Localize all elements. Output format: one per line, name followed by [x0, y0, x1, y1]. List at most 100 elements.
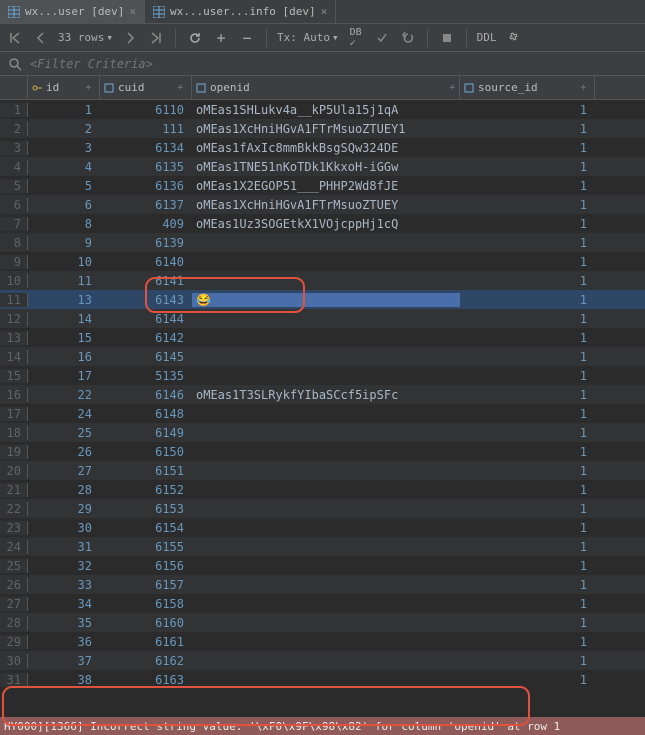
cell-id[interactable]: 14 [28, 312, 100, 326]
table-row[interactable]: 243161551 [0, 537, 645, 556]
cell-id[interactable]: 35 [28, 616, 100, 630]
cell-source-id[interactable]: 1 [460, 255, 595, 269]
cell-cuid[interactable]: 6162 [100, 654, 192, 668]
add-row-icon[interactable]: + [212, 29, 230, 47]
cell-id[interactable]: 10 [28, 255, 100, 269]
table-row[interactable]: 101161411 [0, 271, 645, 290]
stop-icon[interactable] [438, 29, 456, 47]
sort-icon[interactable]: ÷ [86, 83, 91, 93]
cell-id[interactable]: 33 [28, 578, 100, 592]
cell-source-id[interactable]: 1 [460, 445, 595, 459]
cell-cuid[interactable]: 409 [100, 217, 192, 231]
cell-cuid[interactable]: 6136 [100, 179, 192, 193]
tx-mode-dropdown[interactable]: Tx: Auto ▾ [277, 31, 339, 44]
cell-cuid[interactable]: 6157 [100, 578, 192, 592]
first-page-icon[interactable] [6, 29, 24, 47]
cell-source-id[interactable]: 1 [460, 388, 595, 402]
cell-id[interactable]: 29 [28, 502, 100, 516]
cell-source-id[interactable]: 1 [460, 179, 595, 193]
table-row[interactable]: 121461441 [0, 309, 645, 328]
cell-cuid[interactable]: 6143 [100, 293, 192, 307]
cell-source-id[interactable]: 1 [460, 103, 595, 117]
settings-icon[interactable] [504, 29, 522, 47]
cell-cuid[interactable]: 6153 [100, 502, 192, 516]
cell-id[interactable]: 30 [28, 521, 100, 535]
cell-source-id[interactable]: 1 [460, 293, 595, 307]
table-row[interactable]: 172461481 [0, 404, 645, 423]
sort-icon[interactable]: ÷ [581, 83, 586, 93]
table-row[interactable]: 556136oMEas1X2EGOP51___PHHP2Wd8fJE1 [0, 176, 645, 195]
cell-cuid[interactable]: 6145 [100, 350, 192, 364]
table-row[interactable]: 8961391 [0, 233, 645, 252]
cell-cuid[interactable]: 6149 [100, 426, 192, 440]
cell-id[interactable]: 38 [28, 673, 100, 687]
last-page-icon[interactable] [147, 29, 165, 47]
cell-id[interactable]: 6 [28, 198, 100, 212]
table-row[interactable]: 91061401 [0, 252, 645, 271]
table-row[interactable]: 222961531 [0, 499, 645, 518]
table-row[interactable]: 151751351 [0, 366, 645, 385]
cell-id[interactable]: 25 [28, 426, 100, 440]
cell-source-id[interactable]: 1 [460, 578, 595, 592]
close-icon[interactable]: × [129, 5, 136, 18]
table-row[interactable]: 303761621 [0, 651, 645, 670]
cell-source-id[interactable]: 1 [460, 521, 595, 535]
cell-cuid[interactable]: 6139 [100, 236, 192, 250]
cell-openid[interactable]: oMEas1fAxIc8mmBkkBsgSQw324DE [192, 141, 460, 155]
cell-openid[interactable]: oMEas1XcHniHGvA1FTrMsuoZTUEY1 [192, 122, 460, 136]
cell-id[interactable]: 5 [28, 179, 100, 193]
cell-cuid[interactable]: 6163 [100, 673, 192, 687]
cell-source-id[interactable]: 1 [460, 217, 595, 231]
cell-source-id[interactable]: 1 [460, 331, 595, 345]
cell-openid[interactable]: oMEas1SHLukv4a__kP5Ula15j1qA [192, 103, 460, 117]
cell-source-id[interactable]: 1 [460, 654, 595, 668]
cell-cuid[interactable]: 6110 [100, 103, 192, 117]
cell-source-id[interactable]: 1 [460, 122, 595, 136]
cell-id[interactable]: 13 [28, 293, 100, 307]
column-header-cuid[interactable]: cuid ÷ [100, 76, 192, 99]
cell-cuid[interactable]: 6158 [100, 597, 192, 611]
cell-source-id[interactable]: 1 [460, 236, 595, 250]
table-row[interactable]: 273461581 [0, 594, 645, 613]
data-grid[interactable]: 116110oMEas1SHLukv4a__kP5Ula15j1qA122111… [0, 100, 645, 717]
cell-cuid[interactable]: 111 [100, 122, 192, 136]
cell-id[interactable]: 27 [28, 464, 100, 478]
cell-source-id[interactable]: 1 [460, 483, 595, 497]
table-row[interactable]: 131561421 [0, 328, 645, 347]
cell-openid[interactable]: oMEas1X2EGOP51___PHHP2Wd8fJE [192, 179, 460, 193]
prev-page-icon[interactable] [32, 29, 50, 47]
cell-id[interactable]: 9 [28, 236, 100, 250]
cell-source-id[interactable]: 1 [460, 502, 595, 516]
table-row[interactable]: 283561601 [0, 613, 645, 632]
table-row[interactable]: 11136143😂1 [0, 290, 645, 309]
cell-id[interactable]: 31 [28, 540, 100, 554]
cell-cuid[interactable]: 6156 [100, 559, 192, 573]
cell-source-id[interactable]: 1 [460, 312, 595, 326]
table-row[interactable]: 263361571 [0, 575, 645, 594]
ddl-button[interactable]: DDL [477, 31, 497, 44]
table-row[interactable]: 212861521 [0, 480, 645, 499]
rows-count-dropdown[interactable]: 33 rows ▾ [58, 31, 113, 44]
cell-cuid[interactable]: 6161 [100, 635, 192, 649]
cell-source-id[interactable]: 1 [460, 616, 595, 630]
cell-cuid[interactable]: 6160 [100, 616, 192, 630]
table-row[interactable]: 293661611 [0, 632, 645, 651]
cell-openid[interactable]: oMEas1XcHniHGvA1FTrMsuoZTUEY [192, 198, 460, 212]
close-icon[interactable]: × [321, 5, 328, 18]
cell-source-id[interactable]: 1 [460, 635, 595, 649]
cell-id[interactable]: 8 [28, 217, 100, 231]
cell-cuid[interactable]: 6150 [100, 445, 192, 459]
table-row[interactable]: 192661501 [0, 442, 645, 461]
cell-source-id[interactable]: 1 [460, 426, 595, 440]
table-row[interactable]: 336134oMEas1fAxIc8mmBkkBsgSQw324DE1 [0, 138, 645, 157]
table-row[interactable]: 22111oMEas1XcHniHGvA1FTrMsuoZTUEY11 [0, 119, 645, 138]
cell-source-id[interactable]: 1 [460, 350, 595, 364]
cell-source-id[interactable]: 1 [460, 369, 595, 383]
cell-id[interactable]: 4 [28, 160, 100, 174]
cell-id[interactable]: 15 [28, 331, 100, 345]
cell-source-id[interactable]: 1 [460, 198, 595, 212]
column-header-id[interactable]: id ÷ [28, 76, 100, 99]
cell-cuid[interactable]: 6140 [100, 255, 192, 269]
cell-source-id[interactable]: 1 [460, 160, 595, 174]
cell-id[interactable]: 36 [28, 635, 100, 649]
